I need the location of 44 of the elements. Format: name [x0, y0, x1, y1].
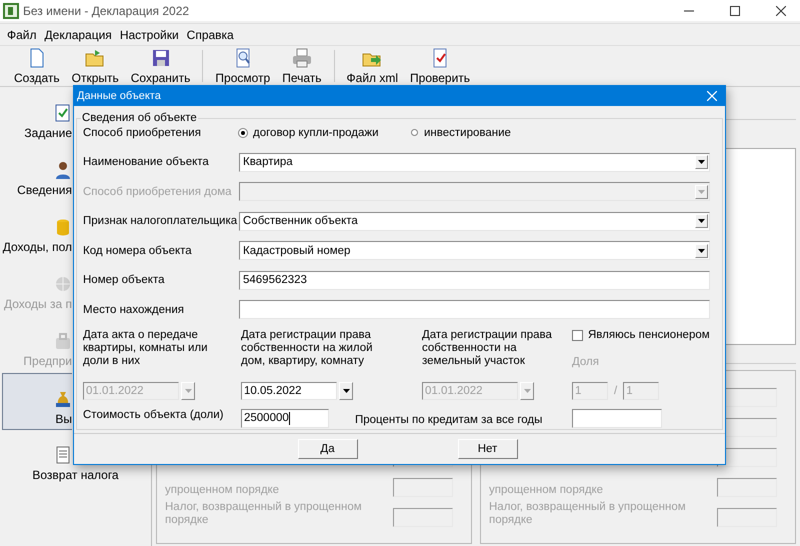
input-field[interactable]: 2500000: [241, 408, 329, 428]
sidebar-item[interactable]: Доходы, пол: [0, 202, 72, 259]
sidebar-item[interactable]: Сведения: [0, 145, 72, 202]
menu-item[interactable]: Файл: [7, 28, 37, 42]
dropdown[interactable]: Собственник объекта: [239, 212, 710, 231]
toolbar-button[interactable]: Создать: [8, 46, 66, 86]
field-label: Дата регистрации права собственности на земельный участок: [422, 328, 553, 368]
field-label: упрощенном порядке: [165, 484, 280, 497]
field-label: Номер объекта: [83, 274, 166, 286]
field-label: Дата регистрации права собственности на жилой дом, квартиру, комнату: [241, 328, 374, 368]
toolbar-button[interactable]: Открыть: [66, 46, 125, 86]
field-label: Налог, возвращенный в упрощенном порядке: [165, 501, 363, 527]
dialog-button[interactable]: Да: [298, 439, 358, 459]
field-label: Налог, возвращенный в упрощенном порядке: [489, 501, 687, 527]
radio-button[interactable]: договор купли-продажи: [239, 126, 411, 139]
field-label: Место нахождения: [83, 304, 186, 316]
dialog-button[interactable]: Нет: [458, 439, 518, 459]
date-field[interactable]: 10.05.2022: [241, 382, 337, 400]
fraction-slash: /: [614, 384, 618, 396]
field-label: Способ приобретения дома: [83, 186, 233, 198]
group-title: Сведения об объекте: [81, 112, 198, 124]
window-title: Без имени - Декларация 2022: [23, 4, 190, 18]
menu-item[interactable]: Настройки: [120, 28, 179, 42]
dropdown[interactable]: Квартира: [239, 152, 710, 172]
radio-button[interactable]: инвестирование: [411, 126, 710, 139]
field-label: Наименование объекта: [83, 156, 210, 168]
input-field[interactable]: 5469562323: [239, 270, 710, 290]
menu-item[interactable]: Справка: [186, 28, 234, 42]
sidebar-item[interactable]: Вы: [2, 373, 72, 430]
checkbox[interactable]: Являюсь пенсионером: [572, 328, 710, 342]
field-label: Доля: [572, 356, 600, 368]
field-label: упрощенном порядке: [489, 484, 604, 497]
dialog-title: Данные объекта: [77, 90, 161, 102]
field-label: Стоимость объекта (доли): [83, 408, 224, 422]
field-label: Код номера объекта: [83, 244, 193, 257]
field-label: Способ приобретения: [83, 126, 202, 139]
toolbar-button[interactable]: Проверить: [404, 46, 476, 86]
field-label: Дата акта о передаче квартиры, комнаты или доли в них: [83, 328, 209, 368]
sidebar-item[interactable]: Задание: [0, 88, 72, 145]
dropdown[interactable]: Кадастровый номер: [239, 241, 710, 260]
field-label: Проценты по кредитам за все годы: [355, 414, 544, 426]
sidebar-item[interactable]: Возврат налога: [0, 430, 151, 487]
menu-item[interactable]: Декларация: [44, 28, 112, 42]
field-label: Признак налогоплательщика: [83, 215, 238, 228]
